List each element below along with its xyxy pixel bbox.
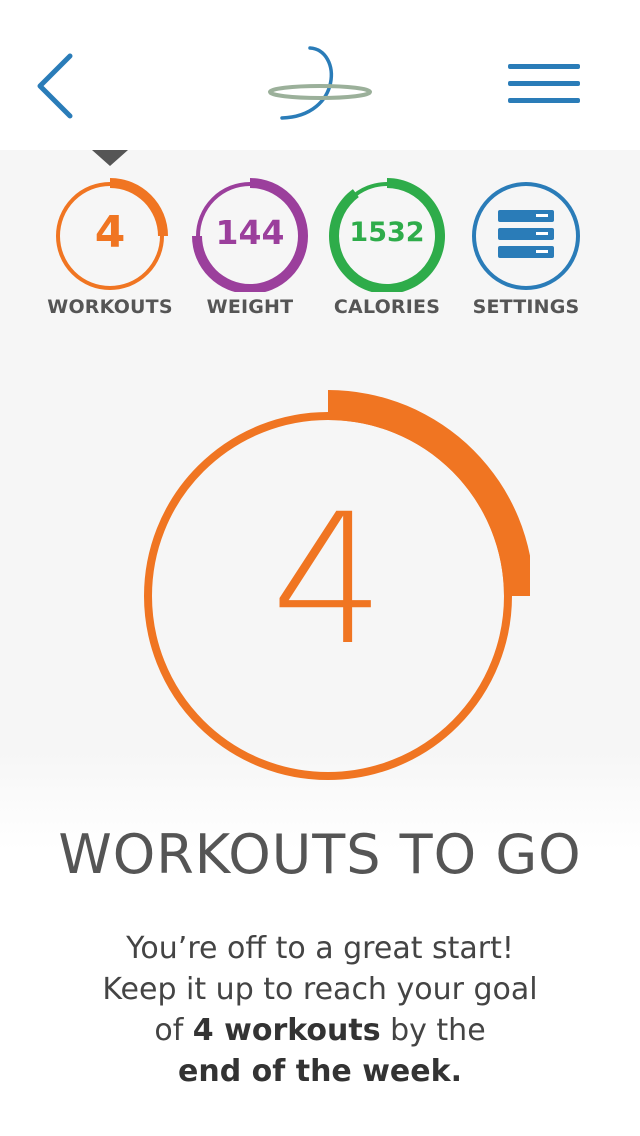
stat-calories[interactable]: 1532 CALORIES [317, 174, 457, 324]
message-line-1: You’re off to a great start! [126, 931, 514, 966]
stat-settings-label: SETTINGS [472, 296, 580, 318]
message-line-3-post: by the [380, 1013, 486, 1048]
message-deadline-emphasis: end of the week. [178, 1054, 462, 1089]
stat-weight[interactable]: 144 WEIGHT [180, 174, 320, 324]
chevron-left-icon [37, 53, 73, 119]
motivation-message: You’re off to a great start! Keep it up … [40, 928, 600, 1092]
stat-settings[interactable]: SETTINGS [456, 174, 596, 324]
message-line-4: end of the week. [40, 1051, 600, 1092]
message-line-3-pre: of [154, 1013, 193, 1048]
stat-weight-value: 144 [215, 213, 285, 252]
main-content: 4 WORKOUTS 144 WEIGHT 1532 CALORIES SETT… [0, 150, 640, 1136]
app-header [0, 0, 640, 150]
selected-tab-pointer-icon [92, 150, 128, 166]
message-line-2: Keep it up to reach your goal [102, 972, 538, 1007]
stat-weight-label: WEIGHT [206, 296, 294, 318]
stat-workouts-label: WORKOUTS [47, 296, 173, 318]
message-line-3: of 4 workouts by the [40, 1010, 600, 1051]
back-button[interactable] [30, 50, 80, 120]
app-logo [262, 44, 378, 124]
stat-calories-value: 1532 [349, 217, 425, 248]
message-goal-emphasis: 4 workouts [192, 1013, 381, 1048]
menu-button[interactable] [506, 60, 586, 110]
workouts-remaining-count: 4 [270, 476, 386, 685]
workouts-to-go-heading: WORKOUTS TO GO [58, 823, 582, 886]
server-settings-icon [472, 182, 580, 290]
stat-workouts[interactable]: 4 WORKOUTS [40, 174, 180, 324]
stat-calories-label: CALORIES [333, 296, 441, 318]
hamburger-menu-icon [508, 64, 580, 103]
stat-workouts-value: 4 [94, 207, 126, 258]
